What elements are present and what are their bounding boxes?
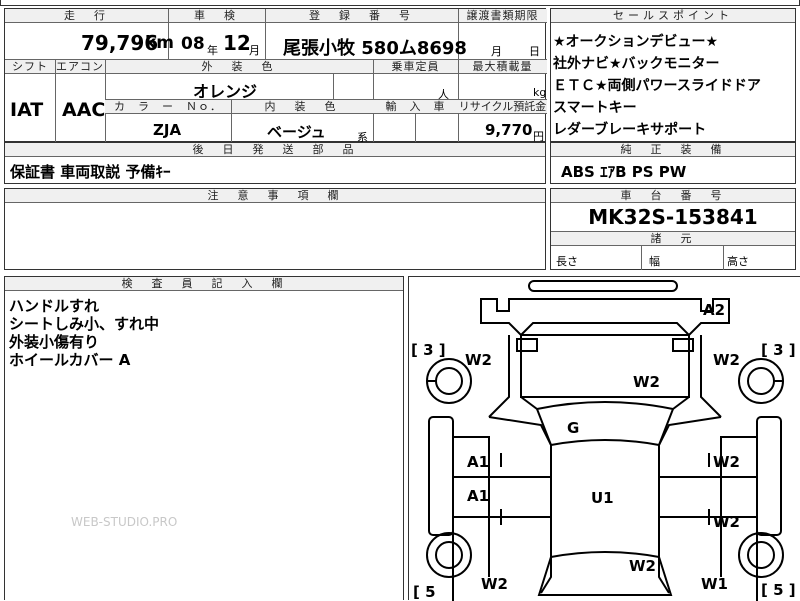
inspector-note: ホイールカバー A (9, 351, 131, 369)
max-load-header: 最大積載量 (458, 60, 547, 74)
top-strip (0, 0, 800, 6)
registration-number: 尾張小牧 580ム8698 (283, 38, 467, 59)
sales-point-item: ★オークションデビュー★ (553, 34, 719, 50)
mileage-unit: km (145, 33, 175, 53)
recycle-fee-value: 9,770 (485, 121, 533, 139)
transfer-day-unit: 日 (529, 45, 540, 58)
tire-front-left-label: [ 3 ] (411, 341, 446, 359)
interior-color-header: 内 装 色 (231, 100, 373, 114)
damage-u1-roof: U1 (591, 489, 614, 507)
damage-a1-left-2: A1 (467, 487, 489, 505)
car-diagram: [ 3 ] [ 3 ] [ 5 [ 5 ] A2 W2 W2 W2 G A1 A… (411, 280, 796, 601)
registration-header: 登 録 番 号 (265, 9, 458, 23)
notes-header: 注 意 事 項 欄 (5, 189, 545, 203)
transfer-deadline-header: 譲渡書類期限 (458, 9, 547, 23)
genuine-equipment-header: 純 正 装 備 (551, 143, 795, 157)
tire-rear-right-label: [ 5 ] (761, 581, 796, 599)
import-header: 輸 入 車 (373, 100, 458, 114)
interior-color-value: ベージュ (267, 123, 326, 141)
inspection-month: 12 (223, 31, 251, 55)
damage-a1-left-1: A1 (467, 453, 489, 471)
shift-header: シフト (5, 60, 55, 74)
damage-w2-right-1: W2 (713, 453, 740, 471)
damage-w2-front-right: W2 (713, 351, 740, 369)
length-label: 長さ (556, 255, 578, 268)
shift-value: IAT (10, 99, 44, 121)
color-no-header: カ ラ ー Ｎｏ． (105, 100, 231, 114)
damage-w2-rear-left: W2 (481, 575, 508, 593)
inspection-month-unit: 月 (249, 44, 260, 57)
aircon-value: AAC (62, 99, 106, 121)
inspection-header: 車 検 (168, 9, 265, 23)
vehicle-info-table: 走 行 車 検 登 録 番 号 譲渡書類期限 79,796 km 08 年 12… (4, 8, 547, 144)
sales-point-item: レダーブレーキサポート (553, 122, 707, 138)
tire-rear-left-label: [ 5 (413, 583, 436, 601)
damage-w2-right-2: W2 (713, 513, 740, 531)
max-load-unit: kg (533, 86, 547, 99)
capacity-header: 乗車定員 (373, 60, 458, 74)
inspector-notes-header: 検 査 員 記 入 欄 (5, 277, 403, 291)
exterior-color-header: 外 装 色 (105, 60, 373, 74)
watermark: WEB-STUDIO.PRO (71, 515, 178, 529)
width-label: 幅 (649, 255, 660, 268)
color-no-value: ZJA (153, 121, 182, 139)
dimensions-header: 諸 元 (551, 232, 795, 246)
chassis-box: 車 台 番 号 MK32S-153841 諸 元 長さ 幅 高さ (550, 188, 796, 270)
inspection-year-unit: 年 (207, 44, 218, 57)
aircon-header: エアコン (55, 60, 105, 74)
damage-w2-hood: W2 (633, 373, 660, 391)
car-diagram-box: [ 3 ] [ 3 ] [ 5 [ 5 ] A2 W2 W2 W2 G A1 A… (408, 276, 800, 601)
damage-w1-rear-right: W1 (701, 575, 728, 593)
recycle-header: リサイクル預託金 (458, 100, 547, 114)
transfer-month-unit: 月 (491, 45, 502, 58)
later-parts-value: 保証書 車両取説 予備ｷｰ (10, 163, 171, 181)
damage-a2: A2 (703, 301, 725, 319)
sales-point-item: スマートキー (553, 100, 637, 116)
damage-w2-rear-center: W2 (629, 557, 656, 575)
later-parts-box: 後 日 発 送 部 品 保証書 車両取説 予備ｷｰ (4, 142, 546, 184)
mileage-header: 走 行 (5, 9, 168, 23)
chassis-header: 車 台 番 号 (551, 189, 795, 203)
damage-w2-front-left: W2 (465, 351, 492, 369)
chassis-number: MK32S-153841 (588, 205, 758, 229)
notes-box: 注 意 事 項 欄 (4, 188, 546, 270)
tire-front-right-label: [ 3 ] (761, 341, 796, 359)
inspection-year: 08 (181, 34, 205, 54)
later-parts-header: 後 日 発 送 部 品 (5, 143, 545, 157)
sales-point-item: ＥＴＣ★両側パワースライドドア (553, 78, 761, 94)
genuine-equipment-value: ABS ｴｱB PS PW (561, 163, 687, 181)
damage-g-windshield: G (567, 419, 579, 437)
sales-points-box: セールスポイント ★オークションデビュー★ 社外ナビ★バックモニター ＥＴＣ★両… (550, 8, 796, 142)
genuine-equipment-box: 純 正 装 備 ABS ｴｱB PS PW (550, 142, 796, 184)
inspector-notes-box: 検 査 員 記 入 欄 ハンドルすれ シートしみ小、すれ中 外装小傷有り ホイー… (4, 276, 404, 600)
sales-point-item: 社外ナビ★バックモニター (553, 56, 720, 72)
height-label: 高さ (727, 255, 749, 268)
sales-points-header: セールスポイント (551, 9, 795, 23)
